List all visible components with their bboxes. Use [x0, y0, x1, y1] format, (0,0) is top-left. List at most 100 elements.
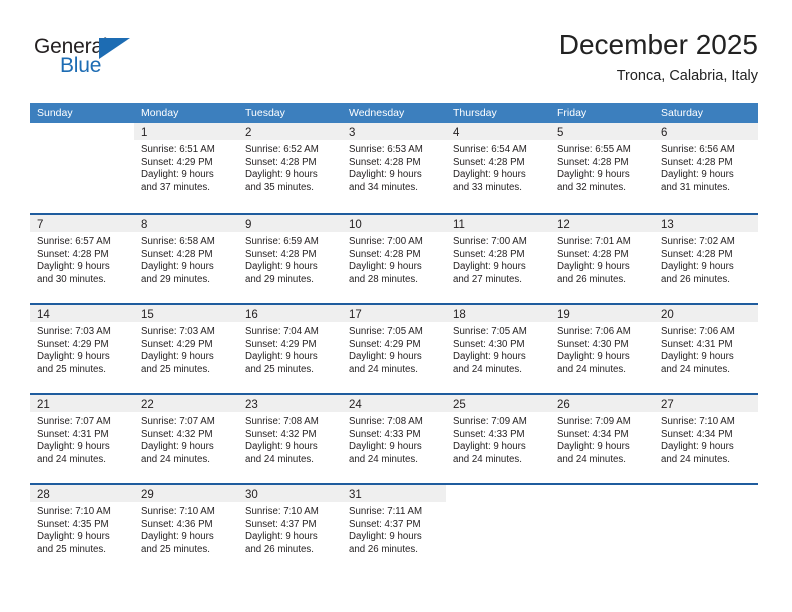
day-details: Sunrise: 7:08 AM Sunset: 4:33 PM Daylight:… — [342, 412, 446, 466]
day-number-band: 29 — [134, 485, 238, 502]
day-detail-line: Sunset: 4:29 PM — [349, 338, 421, 350]
day-number-band: 11 — [446, 215, 550, 232]
day-cell[interactable]: 28 Sunrise: 7:10 AM Sunset: 4:35 PM Dayligh… — [30, 485, 134, 573]
day-cell[interactable]: 6 Sunrise: 6:56 AM Sunset: 4:28 PM Daylight… — [654, 123, 758, 213]
day-detail-line: Sunrise: 7:03 AM — [37, 326, 111, 337]
day-cell[interactable]: 21 Sunrise: 7:07 AM Sunset: 4:31 PM Dayligh… — [30, 395, 134, 483]
day-detail-line: Sunset: 4:28 PM — [557, 156, 629, 168]
day-number: 20 — [661, 309, 674, 321]
day-number-band: 27 — [654, 395, 758, 412]
day-cell[interactable]: 3 Sunrise: 6:53 AM Sunset: 4:28 PM Daylight… — [342, 123, 446, 213]
weekday-header-friday: Friday — [557, 107, 587, 119]
day-number: 30 — [245, 489, 258, 501]
day-detail-line: Sunrise: 7:10 AM — [245, 506, 319, 517]
day-number: 8 — [141, 219, 148, 231]
day-detail-line: Sunset: 4:28 PM — [453, 248, 525, 260]
day-detail-line: and 25 minutes. — [141, 543, 210, 555]
logo-text-blue: Blue — [60, 54, 102, 77]
day-cell[interactable]: 31 Sunrise: 7:11 AM Sunset: 4:37 PM Dayligh… — [342, 485, 446, 573]
day-cell[interactable]: 27 Sunrise: 7:10 AM Sunset: 4:34 PM Dayligh… — [654, 395, 758, 483]
day-number: 27 — [661, 399, 674, 411]
day-details: Sunrise: 6:53 AM Sunset: 4:28 PM Daylight:… — [342, 140, 446, 194]
day-detail-line: Daylight: 9 hours — [37, 261, 110, 273]
day-number: 21 — [37, 399, 50, 411]
day-number-band: 19 — [550, 305, 654, 322]
day-cell[interactable]: 30 Sunrise: 7:10 AM Sunset: 4:37 PM Dayligh… — [238, 485, 342, 573]
day-detail-line: and 26 minutes. — [349, 543, 418, 555]
day-details: Sunrise: 7:09 AM Sunset: 4:34 PM Daylight:… — [550, 412, 654, 466]
day-detail-line: Daylight: 9 hours — [141, 169, 214, 181]
day-cell[interactable]: 7 Sunrise: 6:57 AM Sunset: 4:28 PM Daylight… — [30, 215, 134, 303]
day-detail-line: Sunrise: 7:11 AM — [349, 506, 423, 517]
day-detail-line: Daylight: 9 hours — [557, 351, 630, 363]
day-cell[interactable]: 29 Sunrise: 7:10 AM Sunset: 4:36 PM Dayligh… — [134, 485, 238, 573]
day-cell[interactable]: 11 Sunrise: 7:00 AM Sunset: 4:28 PM Dayligh… — [446, 215, 550, 303]
day-number: 15 — [141, 309, 154, 321]
day-cell[interactable]: 24 Sunrise: 7:08 AM Sunset: 4:33 PM Dayligh… — [342, 395, 446, 483]
day-number: 25 — [453, 399, 466, 411]
day-cell[interactable]: 5 Sunrise: 6:55 AM Sunset: 4:28 PM Daylight… — [550, 123, 654, 213]
day-detail-line: Sunset: 4:32 PM — [245, 428, 317, 440]
day-detail-line: Sunset: 4:34 PM — [557, 428, 629, 440]
day-details: Sunrise: 6:57 AM Sunset: 4:28 PM Daylight:… — [30, 232, 134, 286]
day-number: 1 — [141, 127, 148, 139]
day-cell[interactable]: 26 Sunrise: 7:09 AM Sunset: 4:34 PM Dayligh… — [550, 395, 654, 483]
day-cell[interactable]: 23 Sunrise: 7:08 AM Sunset: 4:32 PM Dayligh… — [238, 395, 342, 483]
day-cell[interactable]: 17 Sunrise: 7:05 AM Sunset: 4:29 PM Dayligh… — [342, 305, 446, 393]
day-number-band: 13 — [654, 215, 758, 232]
day-details: Sunrise: 7:10 AM Sunset: 4:34 PM Daylight:… — [654, 412, 758, 466]
day-cell[interactable]: 25 Sunrise: 7:09 AM Sunset: 4:33 PM Dayligh… — [446, 395, 550, 483]
day-cell[interactable]: 16 Sunrise: 7:04 AM Sunset: 4:29 PM Dayligh… — [238, 305, 342, 393]
general-blue-logo: General Blue — [34, 36, 144, 82]
day-number-band: 23 — [238, 395, 342, 412]
day-detail-line: and 24 minutes. — [245, 453, 314, 465]
day-detail-line: Sunset: 4:31 PM — [661, 338, 733, 350]
day-detail-line: Sunrise: 7:09 AM — [453, 416, 527, 427]
day-details: Sunrise: 7:11 AM Sunset: 4:37 PM Daylight:… — [342, 502, 446, 556]
day-detail-line: Sunrise: 7:10 AM — [141, 506, 215, 517]
day-cell[interactable]: 2 Sunrise: 6:52 AM Sunset: 4:28 PM Daylight… — [238, 123, 342, 213]
day-details — [654, 502, 758, 506]
day-cell[interactable]: 22 Sunrise: 7:07 AM Sunset: 4:32 PM Dayligh… — [134, 395, 238, 483]
day-number-band: 26 — [550, 395, 654, 412]
day-detail-line: Daylight: 9 hours — [349, 351, 422, 363]
calendar-week-row: 1 Sunrise: 6:51 AM Sunset: 4:29 PM Daylight… — [30, 123, 758, 213]
day-number: 18 — [453, 309, 466, 321]
day-detail-line: Sunset: 4:28 PM — [557, 248, 629, 260]
calendar-week-row: 14 Sunrise: 7:03 AM Sunset: 4:29 PM Dayligh… — [30, 303, 758, 393]
day-cell[interactable]: 10 Sunrise: 7:00 AM Sunset: 4:28 PM Dayligh… — [342, 215, 446, 303]
day-cell[interactable]: 9 Sunrise: 6:59 AM Sunset: 4:28 PM Daylight… — [238, 215, 342, 303]
day-detail-line: Sunset: 4:34 PM — [661, 428, 733, 440]
day-cell[interactable]: 15 Sunrise: 7:03 AM Sunset: 4:29 PM Dayligh… — [134, 305, 238, 393]
day-number: 12 — [557, 219, 570, 231]
day-cell[interactable]: 12 Sunrise: 7:01 AM Sunset: 4:28 PM Dayligh… — [550, 215, 654, 303]
day-detail-line: and 24 minutes. — [349, 453, 418, 465]
day-details: Sunrise: 7:07 AM Sunset: 4:32 PM Daylight:… — [134, 412, 238, 466]
day-details: Sunrise: 6:59 AM Sunset: 4:28 PM Daylight:… — [238, 232, 342, 286]
day-cell[interactable]: 19 Sunrise: 7:06 AM Sunset: 4:30 PM Dayligh… — [550, 305, 654, 393]
day-detail-line: Sunrise: 6:53 AM — [349, 144, 423, 155]
day-detail-line: and 24 minutes. — [557, 363, 626, 375]
day-number-band: 22 — [134, 395, 238, 412]
day-detail-line: and 25 minutes. — [37, 543, 106, 555]
weekday-header-sunday: Sunday — [37, 107, 73, 119]
day-cell[interactable]: 4 Sunrise: 6:54 AM Sunset: 4:28 PM Daylight… — [446, 123, 550, 213]
day-details: Sunrise: 6:52 AM Sunset: 4:28 PM Daylight:… — [238, 140, 342, 194]
day-detail-line: and 33 minutes. — [453, 181, 522, 193]
day-cell[interactable]: 8 Sunrise: 6:58 AM Sunset: 4:28 PM Daylight… — [134, 215, 238, 303]
day-detail-line: Daylight: 9 hours — [453, 441, 526, 453]
day-cell[interactable]: 13 Sunrise: 7:02 AM Sunset: 4:28 PM Dayligh… — [654, 215, 758, 303]
day-detail-line: and 24 minutes. — [141, 453, 210, 465]
day-cell[interactable]: 20 Sunrise: 7:06 AM Sunset: 4:31 PM Dayligh… — [654, 305, 758, 393]
day-number: 14 — [37, 309, 50, 321]
day-detail-line: Daylight: 9 hours — [557, 441, 630, 453]
day-detail-line: and 26 minutes. — [245, 543, 314, 555]
day-details: Sunrise: 7:01 AM Sunset: 4:28 PM Daylight:… — [550, 232, 654, 286]
day-number-band: 5 — [550, 123, 654, 140]
day-cell[interactable]: 18 Sunrise: 7:05 AM Sunset: 4:30 PM Dayligh… — [446, 305, 550, 393]
day-number: 11 — [453, 219, 465, 231]
day-cell[interactable]: 1 Sunrise: 6:51 AM Sunset: 4:29 PM Daylight… — [134, 123, 238, 213]
weekday-header-thursday: Thursday — [453, 107, 497, 119]
day-cell[interactable]: 14 Sunrise: 7:03 AM Sunset: 4:29 PM Dayligh… — [30, 305, 134, 393]
day-details: Sunrise: 7:10 AM Sunset: 4:37 PM Daylight:… — [238, 502, 342, 556]
